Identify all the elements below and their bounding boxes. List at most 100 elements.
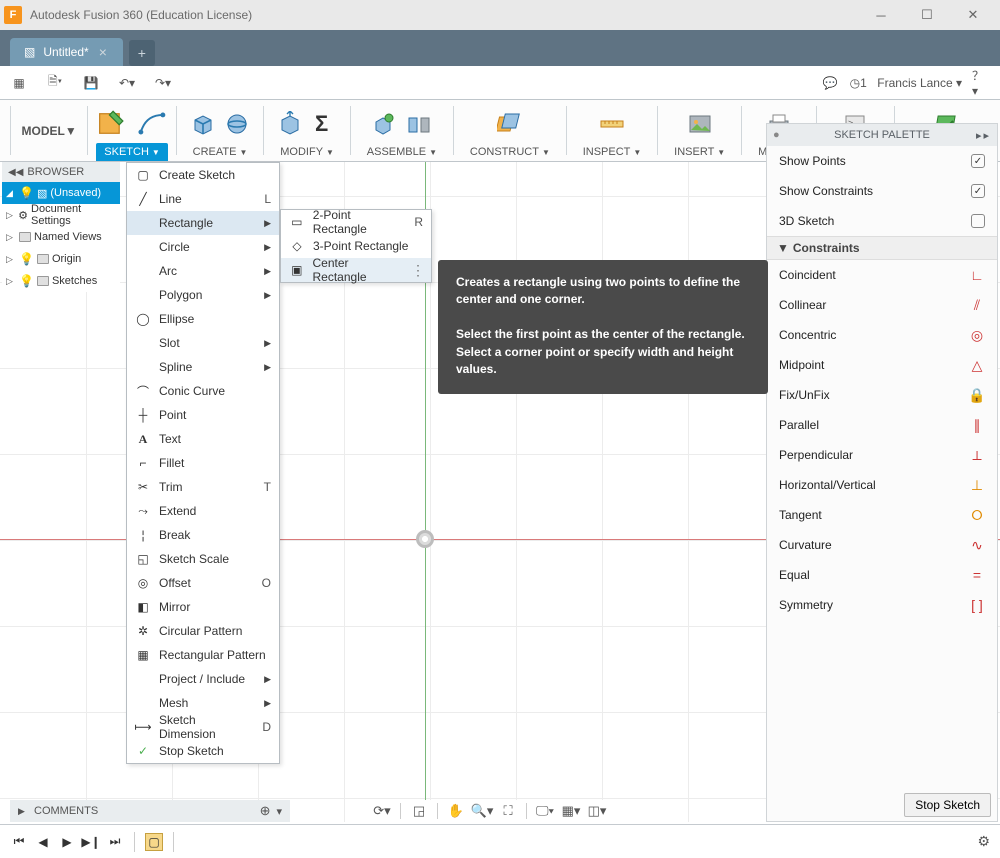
palette-opt-show-constraints[interactable]: Show Constraints✓ <box>767 176 997 206</box>
origin-marker[interactable] <box>416 530 434 548</box>
timeline-settings-icon[interactable]: ⚙ <box>977 833 990 850</box>
browser-header[interactable]: ◀◀BROWSER <box>2 162 120 182</box>
submenu-2pt-rect[interactable]: ▭2-Point RectangleR <box>281 210 431 234</box>
minimize-button[interactable]: ─ <box>858 0 904 30</box>
constraint-parallel[interactable]: Parallel∥ <box>767 410 997 440</box>
ribbon-group-modify[interactable]: Σ MODIFY▼ <box>264 100 350 161</box>
pan-icon[interactable]: ✋ <box>444 800 468 822</box>
menu-item-point[interactable]: ┼Point <box>127 403 279 427</box>
timeline-sketch-feature-icon[interactable]: ▢ <box>145 833 163 851</box>
display-style-icon[interactable]: 🖵▾ <box>533 800 557 822</box>
menu-item-arc[interactable]: Arc▶ <box>127 259 279 283</box>
comments-bar[interactable]: ▶COMMENTS ⊕ ▾ <box>10 800 290 822</box>
undo-icon[interactable]: ↶▾ <box>118 74 136 92</box>
document-tab[interactable]: ▧ Untitled* × <box>10 38 123 66</box>
timeline-play-icon[interactable]: ▶ <box>58 833 76 851</box>
constraint-midpoint[interactable]: Midpoint△ <box>767 350 997 380</box>
menu-item-dimension[interactable]: ⟼Sketch DimensionD <box>127 715 279 739</box>
palette-opt-show-points[interactable]: Show Points✓ <box>767 146 997 176</box>
menu-item-rect-pattern[interactable]: ▦Rectangular Pattern <box>127 643 279 667</box>
ribbon-group-assemble[interactable]: ASSEMBLE▼ <box>351 100 453 161</box>
menu-item-line[interactable]: ╱LineL <box>127 187 279 211</box>
constraint-perpendicular[interactable]: Perpendicular⟂ <box>767 440 997 470</box>
tree-row-root[interactable]: ◢💡▧(Unsaved) <box>2 182 120 204</box>
menu-item-break[interactable]: ¦Break <box>127 523 279 547</box>
look-at-icon[interactable]: ◲ <box>407 800 431 822</box>
constraint-horizvert[interactable]: Horizontal/Vertical⊥ <box>767 470 997 500</box>
save-icon[interactable]: 💾 <box>82 74 100 92</box>
workspace-selector[interactable]: MODEL ▼ <box>11 100 88 161</box>
menu-item-fillet[interactable]: ⌐Fillet <box>127 451 279 475</box>
maximize-button[interactable]: ☐ <box>904 0 950 30</box>
menu-item-extend[interactable]: ⤳Extend <box>127 499 279 523</box>
timeline-next-icon[interactable]: ▶❙ <box>82 833 100 851</box>
tree-row[interactable]: ▷💡Sketches <box>2 270 120 292</box>
timeline-prev-icon[interactable]: ◀ <box>34 833 52 851</box>
palette-section-constraints[interactable]: ▼Constraints <box>767 236 997 260</box>
constraint-equal[interactable]: Equal= <box>767 560 997 590</box>
grid-settings-icon[interactable]: ▦▾ <box>559 800 583 822</box>
tooltip: Creates a rectangle using two points to … <box>438 260 768 394</box>
close-button[interactable]: ✕ <box>950 0 996 30</box>
comment-icon[interactable]: 💬 <box>821 74 839 92</box>
tree-row[interactable]: ▷Named Views <box>2 226 120 248</box>
menu-item-stop-sketch[interactable]: ✓Stop Sketch <box>127 739 279 763</box>
user-menu[interactable]: Francis Lance ▾ <box>877 76 962 90</box>
menu-item-spline[interactable]: Spline▶ <box>127 355 279 379</box>
menu-item-create-sketch[interactable]: ▢Create Sketch <box>127 163 279 187</box>
sigma-icon: Σ <box>311 111 337 137</box>
orbit-icon[interactable]: ⟳▾ <box>370 800 394 822</box>
constraint-collinear[interactable]: Collinear⫽ <box>767 290 997 320</box>
menu-item-polygon[interactable]: Polygon▶ <box>127 283 279 307</box>
constraint-fixunfix[interactable]: Fix/UnFix🔒 <box>767 380 997 410</box>
add-comment-icon[interactable]: ⊕ <box>260 803 271 819</box>
collapse-icon[interactable]: ▾ <box>276 805 282 818</box>
expand-icon[interactable]: ▸▸ <box>976 129 991 142</box>
menu-item-rectangle[interactable]: Rectangle▶ <box>127 211 279 235</box>
redo-icon[interactable]: ↷▾ <box>154 74 172 92</box>
constraint-coincident[interactable]: Coincident∟ <box>767 260 997 290</box>
ribbon-label-sketch[interactable]: SKETCH▼ <box>96 143 168 161</box>
constraint-concentric[interactable]: Concentric◎ <box>767 320 997 350</box>
menu-item-conic[interactable]: ⌒Conic Curve <box>127 379 279 403</box>
ribbon-group-create[interactable]: CREATE▼ <box>177 100 264 161</box>
menu-item-ellipse[interactable]: ◯Ellipse <box>127 307 279 331</box>
menu-item-slot[interactable]: Slot▶ <box>127 331 279 355</box>
ribbon-group-insert[interactable]: INSERT▼ <box>658 100 741 161</box>
options-icon[interactable]: ⋮ <box>411 262 423 279</box>
tree-row[interactable]: ▷💡Origin <box>2 248 120 270</box>
fit-icon[interactable]: ⛶ <box>496 800 520 822</box>
zoom-icon[interactable]: 🔍▾ <box>470 800 494 822</box>
menu-item-offset[interactable]: ◎OffsetO <box>127 571 279 595</box>
timeline-end-icon[interactable]: ⏭ <box>106 833 124 851</box>
menu-item-circ-pattern[interactable]: ✲Circular Pattern <box>127 619 279 643</box>
ribbon-group-inspect[interactable]: INSPECT▼ <box>567 100 658 161</box>
submenu-center-rect[interactable]: ▣Center Rectangle⋮ <box>281 258 431 282</box>
viewport-layout-icon[interactable]: ◫▾ <box>585 800 609 822</box>
tab-close-button[interactable]: × <box>97 44 109 60</box>
stop-sketch-button[interactable]: Stop Sketch <box>904 793 991 817</box>
menu-item-text[interactable]: AText <box>127 427 279 451</box>
timeline-start-icon[interactable]: ⏮ <box>10 833 28 851</box>
menu-item-scale[interactable]: ◱Sketch Scale <box>127 547 279 571</box>
menu-item-circle[interactable]: Circle▶ <box>127 235 279 259</box>
menu-item-mesh[interactable]: Mesh▶ <box>127 691 279 715</box>
tree-row[interactable]: ▷⚙Document Settings <box>2 204 120 226</box>
help-icon[interactable]: ？▾ <box>972 74 990 92</box>
sphere-icon <box>224 111 250 137</box>
ribbon-group-sketch[interactable]: SKETCH▼ <box>88 100 176 161</box>
jobs-icon[interactable]: ◷ 1 <box>849 74 867 92</box>
constraint-symmetry[interactable]: Symmetry[ ] <box>767 590 997 620</box>
palette-header[interactable]: ● SKETCH PALETTE ▸▸ <box>767 124 997 146</box>
constraint-tangent[interactable]: Tangent⭘ <box>767 500 997 530</box>
new-tab-button[interactable]: + <box>129 40 155 66</box>
menu-item-project[interactable]: Project / Include▶ <box>127 667 279 691</box>
file-dropdown-icon[interactable]: 🗎▾ <box>46 74 64 92</box>
submenu-3pt-rect[interactable]: ◇3-Point Rectangle <box>281 234 431 258</box>
constraint-curvature[interactable]: Curvature∿ <box>767 530 997 560</box>
ribbon-group-construct[interactable]: CONSTRUCT▼ <box>454 100 566 161</box>
grid-icon[interactable]: ▦ <box>10 74 28 92</box>
palette-opt-3d-sketch[interactable]: 3D Sketch <box>767 206 997 236</box>
menu-item-mirror[interactable]: ◧Mirror <box>127 595 279 619</box>
menu-item-trim[interactable]: ✂TrimT <box>127 475 279 499</box>
